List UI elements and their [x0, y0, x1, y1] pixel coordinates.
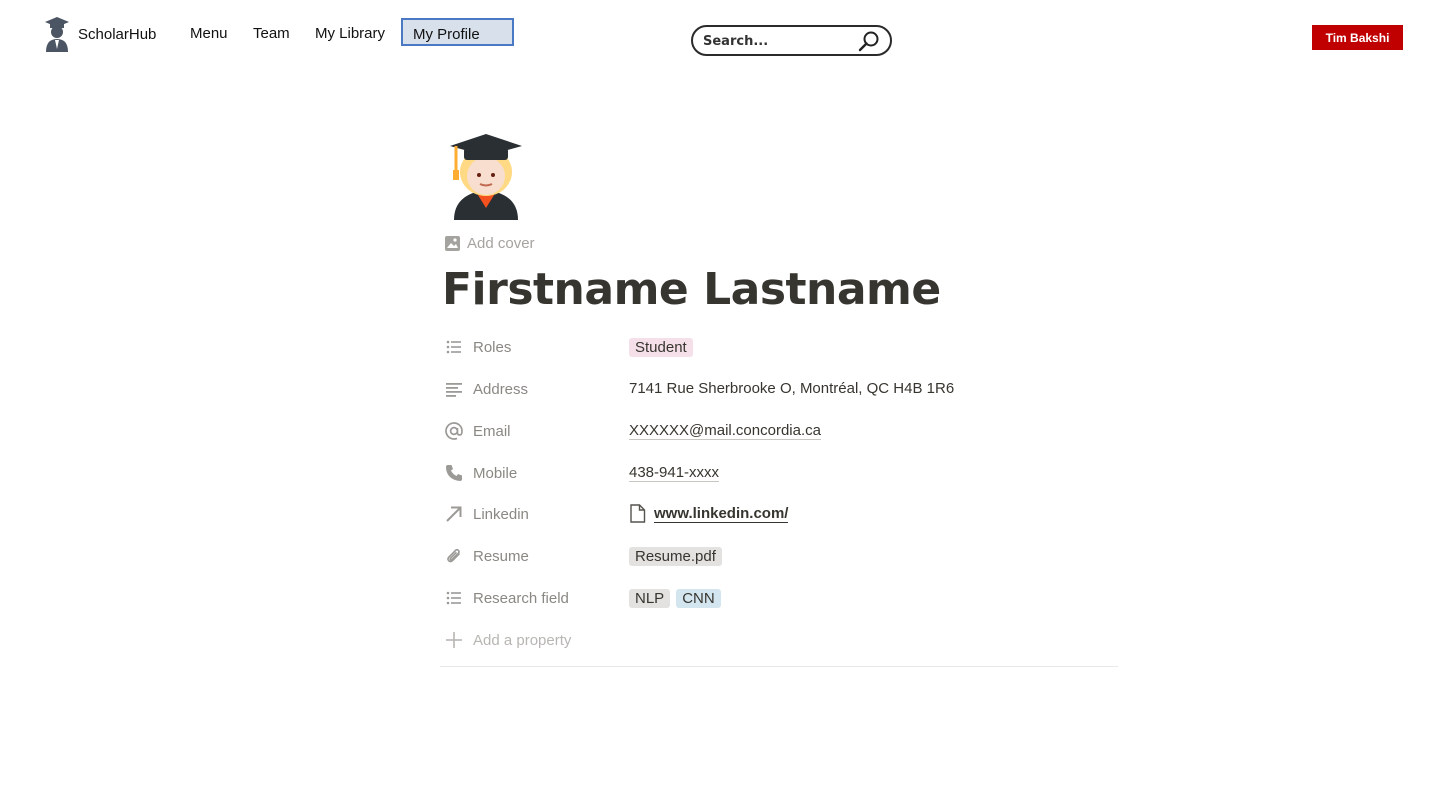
user-account-button[interactable]: Tim Bakshi	[1312, 25, 1403, 50]
property-label[interactable]: Resume	[473, 548, 529, 565]
property-value[interactable]: NLP CNN	[629, 589, 727, 608]
property-linkedin: Linkedin www.linkedin.com/	[444, 504, 1114, 538]
property-label[interactable]: Address	[473, 381, 528, 398]
property-label[interactable]: Research field	[473, 590, 569, 607]
property-resume: Resume Resume.pdf	[444, 546, 1114, 580]
brand-name[interactable]: ScholarHub	[78, 26, 156, 43]
add-property-label: Add a property	[473, 632, 572, 649]
graduate-student-emoji-icon[interactable]	[448, 132, 524, 220]
property-value[interactable]: Resume.pdf	[629, 547, 728, 566]
nav-link-team[interactable]: Team	[253, 25, 290, 42]
property-label[interactable]: Mobile	[473, 465, 517, 482]
at-icon	[445, 422, 463, 440]
address-value[interactable]: 7141 Rue Sherbrooke O, Montréal, QC H4B …	[629, 380, 954, 397]
list-icon	[446, 340, 461, 354]
property-label[interactable]: Linkedin	[473, 506, 529, 523]
graduate-logo-icon[interactable]	[44, 16, 70, 52]
search-box	[691, 25, 892, 56]
property-address: Address 7141 Rue Sherbrooke O, Montréal,…	[444, 379, 1114, 413]
resume-file[interactable]: Resume.pdf	[629, 547, 722, 566]
search-input[interactable]	[703, 32, 853, 50]
property-value[interactable]: Student	[629, 338, 699, 357]
property-roles: Roles Student	[444, 337, 1114, 371]
role-tag[interactable]: Student	[629, 338, 693, 357]
email-value[interactable]: XXXXXX@mail.concordia.ca	[629, 422, 821, 440]
linkedin-url[interactable]: www.linkedin.com/	[654, 505, 789, 523]
research-tag[interactable]: NLP	[629, 589, 671, 608]
nav-link-menu[interactable]: Menu	[190, 25, 228, 42]
search-icon[interactable]	[857, 29, 881, 53]
linkedin-link[interactable]: www.linkedin.com/	[629, 504, 789, 523]
property-mobile: Mobile 438-941-xxxx	[444, 463, 1114, 497]
property-email: Email XXXXXX@mail.concordia.ca	[444, 421, 1114, 455]
nav-link-my-profile[interactable]: My Profile	[401, 18, 514, 46]
property-research-field: Research field NLP CNN	[444, 588, 1114, 622]
list-icon	[446, 591, 461, 605]
research-tag[interactable]: CNN	[676, 589, 721, 608]
page-title[interactable]: Firstname Lastname	[442, 264, 941, 315]
add-property-button[interactable]: Add a property	[444, 630, 1114, 664]
mobile-value[interactable]: 438-941-xxxx	[629, 464, 720, 482]
divider	[440, 666, 1118, 667]
page-icon	[630, 504, 646, 523]
nav-link-my-library[interactable]: My Library	[315, 25, 385, 42]
paperclip-icon	[447, 548, 460, 563]
image-icon	[445, 236, 460, 251]
plus-icon	[446, 632, 462, 648]
property-label[interactable]: Email	[473, 423, 511, 440]
add-cover-label: Add cover	[467, 235, 535, 252]
phone-icon	[446, 465, 462, 481]
add-cover-button[interactable]: Add cover	[444, 235, 535, 252]
text-icon	[446, 383, 462, 397]
property-label[interactable]: Roles	[473, 339, 511, 356]
arrow-up-right-icon	[446, 506, 462, 522]
top-navbar: ScholarHub Menu Team My Library My Profi…	[0, 0, 1446, 70]
